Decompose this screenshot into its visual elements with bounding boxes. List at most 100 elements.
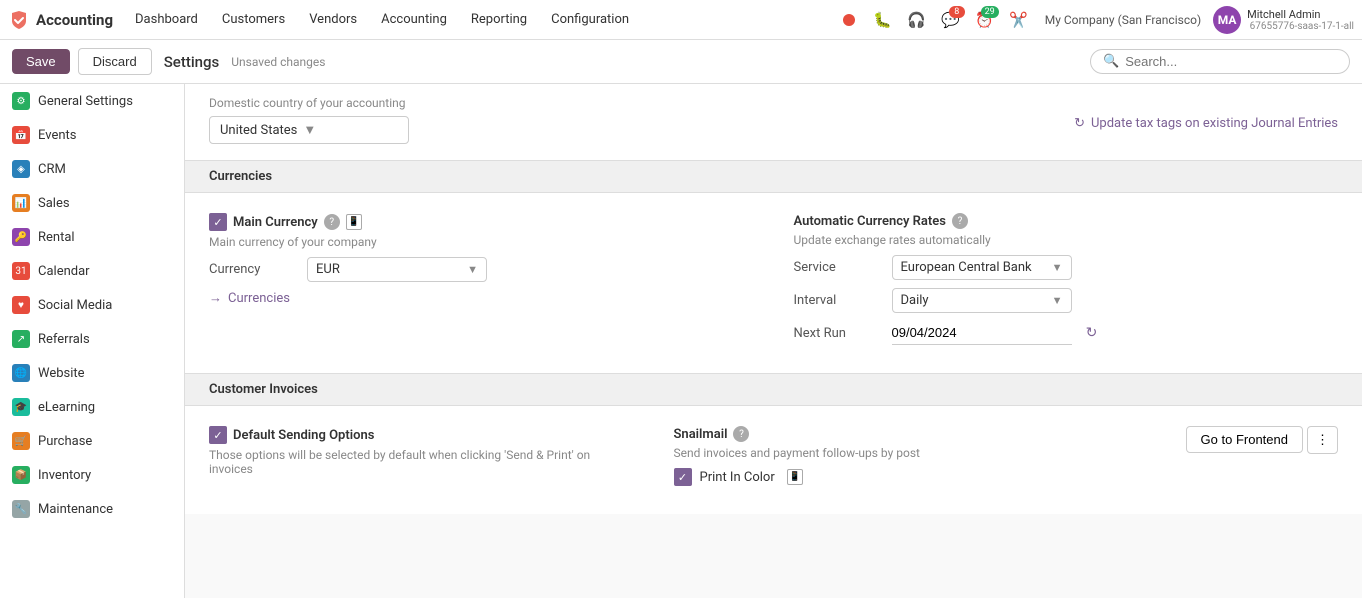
nav-item-customers[interactable]: Customers (212, 8, 295, 31)
sidebar-label-rental: Rental (38, 230, 75, 245)
snailmail-title: Snailmail (674, 427, 728, 442)
sidebar-item-events[interactable]: 📅 Events (0, 118, 184, 152)
sidebar-label-general-settings: General Settings (38, 94, 133, 109)
print-color-row: ✓ Print In Color 📱 (674, 468, 1099, 486)
rental-icon: 🔑 (12, 228, 30, 246)
settings-toolbar: Save Discard Settings Unsaved changes 🔍 (0, 40, 1362, 84)
save-button[interactable]: Save (12, 49, 70, 74)
support-icon[interactable]: 🎧 (903, 6, 931, 34)
purchase-icon: 🛒 (12, 432, 30, 450)
main-currency-checkbox[interactable]: ✓ (209, 213, 227, 231)
sidebar-item-social-media[interactable]: ♥ Social Media (0, 288, 184, 322)
unsaved-indicator: Unsaved changes (231, 55, 325, 69)
main-currency-help-icon[interactable]: ? (324, 214, 340, 230)
referrals-icon: ↗ (12, 330, 30, 348)
nav-item-dashboard[interactable]: Dashboard (125, 8, 208, 31)
snailmail-help-icon[interactable]: ? (733, 426, 749, 442)
sidebar-label-events: Events (38, 128, 76, 143)
sidebar-item-calendar[interactable]: 31 Calendar (0, 254, 184, 288)
debug-icon[interactable] (835, 6, 863, 34)
currencies-link[interactable]: → Currencies (209, 290, 754, 306)
sidebar-item-website[interactable]: 🌐 Website (0, 356, 184, 390)
search-input[interactable] (1125, 54, 1337, 69)
sidebar-item-crm[interactable]: ◈ CRM (0, 152, 184, 186)
activity-icon[interactable]: ⏰ 29 (971, 6, 999, 34)
currency-dropdown[interactable]: EUR ▼ (307, 257, 487, 282)
default-sending-desc: Those options will be selected by defaul… (209, 448, 634, 476)
currencies-section-header: Currencies (185, 160, 1362, 193)
general-settings-icon: ⚙ (12, 92, 30, 110)
message-badge: 8 (949, 6, 965, 18)
auto-rates-help-icon[interactable]: ? (952, 213, 968, 229)
page-layout: ⚙ General Settings 📅 Events ◈ CRM 📊 Sale… (0, 84, 1362, 598)
maintenance-icon: 🔧 (12, 500, 30, 518)
sidebar-item-maintenance[interactable]: 🔧 Maintenance (0, 492, 184, 526)
brand-logo[interactable]: Accounting (8, 9, 113, 31)
country-area: Domestic country of your accounting Unit… (185, 84, 1362, 160)
user-info: Mitchell Admin ‎ 67655776-saas-17-1-all (1247, 8, 1354, 32)
nav-item-accounting[interactable]: Accounting (371, 8, 457, 31)
sidebar-item-referrals[interactable]: ↗ Referrals (0, 322, 184, 356)
sidebar-item-purchase[interactable]: 🛒 Purchase (0, 424, 184, 458)
nav-item-configuration[interactable]: Configuration (541, 8, 639, 31)
sidebar-label-maintenance: Maintenance (38, 502, 113, 517)
service-label: Service (794, 260, 884, 275)
activity-badge: 29 (981, 6, 999, 18)
nav-item-vendors[interactable]: Vendors (299, 8, 367, 31)
search-bar[interactable]: 🔍 (1090, 49, 1350, 74)
events-icon: 📅 (12, 126, 30, 144)
sidebar-label-inventory: Inventory (38, 468, 91, 483)
snailmail-header: Snailmail ? (674, 426, 1099, 442)
service-dropdown[interactable]: European Central Bank ▼ (892, 255, 1072, 280)
crm-icon: ◈ (12, 160, 30, 178)
nav-icon-group: 🐛 🎧 💬 8 ⏰ 29 ✂️ (835, 6, 1033, 34)
customer-invoices-section-header: Customer Invoices (185, 373, 1362, 406)
nav-item-reporting[interactable]: Reporting (461, 8, 537, 31)
service-dropdown-arrow: ▼ (1052, 261, 1063, 274)
country-dropdown[interactable]: United States ▼ (209, 116, 409, 144)
currency-dropdown-arrow: ▼ (467, 263, 478, 276)
interval-label: Interval (794, 293, 884, 308)
main-content: Domestic country of your accounting Unit… (185, 84, 1362, 598)
discard-button[interactable]: Discard (78, 48, 152, 75)
bug-icon[interactable]: 🐛 (869, 6, 897, 34)
main-currency-desc: Main currency of your company (209, 235, 754, 249)
search-icon: 🔍 (1103, 54, 1119, 69)
auto-rates-desc: Update exchange rates automatically (794, 233, 1339, 247)
next-run-refresh-icon[interactable]: ↻ (1080, 321, 1104, 345)
brand-name: Accounting (36, 11, 113, 29)
default-sending-checkbox[interactable]: ✓ (209, 426, 227, 444)
sidebar-label-social-media: Social Media (38, 298, 112, 313)
user-menu[interactable]: MA Mitchell Admin ‎ 67655776-saas-17-1-a… (1213, 6, 1354, 34)
print-color-checkbox[interactable]: ✓ (674, 468, 692, 486)
interval-dropdown[interactable]: Daily ▼ (892, 288, 1072, 313)
sales-icon: 📊 (12, 194, 30, 212)
elearning-icon: 🎓 (12, 398, 30, 416)
sidebar-item-inventory[interactable]: 📦 Inventory (0, 458, 184, 492)
currencies-content: ✓ Main Currency ? 📱 Main currency of you… (185, 193, 1362, 373)
currency-form-row: Currency EUR ▼ (209, 257, 754, 282)
frontend-btn-area: Go to Frontend ⋮ (1138, 426, 1338, 454)
more-options-button[interactable]: ⋮ (1307, 426, 1338, 454)
next-run-form-row: Next Run ↻ (794, 321, 1339, 345)
inventory-icon: 📦 (12, 466, 30, 484)
default-sending-col: ✓ Default Sending Options Those options … (209, 426, 634, 484)
update-tax-tags-link[interactable]: ↻ Update tax tags on existing Journal En… (1074, 116, 1338, 131)
sidebar-item-rental[interactable]: 🔑 Rental (0, 220, 184, 254)
currency-value: EUR (316, 262, 461, 277)
arrow-right-icon: → (209, 290, 222, 306)
snailmail-desc: Send invoices and payment follow-ups by … (674, 446, 1099, 460)
next-run-input[interactable] (892, 321, 1072, 345)
scissors-icon[interactable]: ✂️ (1005, 6, 1033, 34)
sidebar-item-general-settings[interactable]: ⚙ General Settings (0, 84, 184, 118)
calendar-icon: 31 (12, 262, 30, 280)
auto-rates-header: Automatic Currency Rates ? (794, 213, 1339, 229)
main-currency-mobile-icon: 📱 (346, 214, 362, 230)
currencies-title: Currencies (209, 169, 272, 184)
sidebar-item-sales[interactable]: 📊 Sales (0, 186, 184, 220)
main-currency-col: ✓ Main Currency ? 📱 Main currency of you… (209, 213, 754, 306)
sidebar-item-elearning[interactable]: 🎓 eLearning (0, 390, 184, 424)
message-icon[interactable]: 💬 8 (937, 6, 965, 34)
sidebar-label-crm: CRM (38, 162, 66, 177)
go-to-frontend-button[interactable]: Go to Frontend (1186, 426, 1303, 453)
